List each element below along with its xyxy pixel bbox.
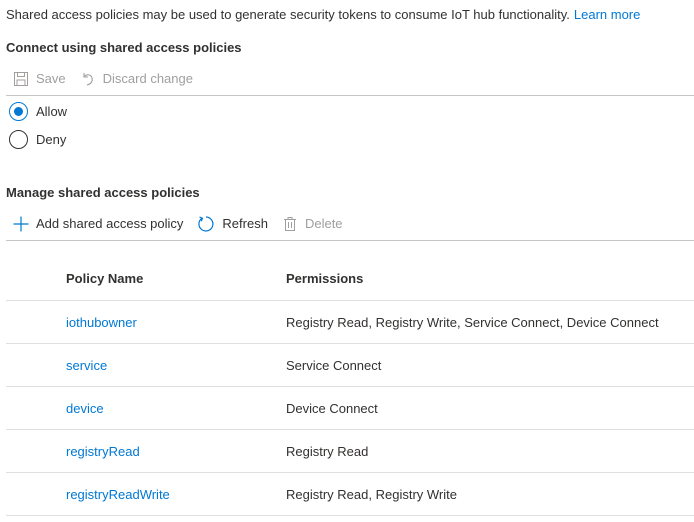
add-policy-label: Add shared access policy	[36, 216, 184, 231]
refresh-label: Refresh	[222, 216, 268, 231]
policy-permissions: Registry Read, Registry Write, Service C…	[286, 314, 659, 330]
discard-change-button[interactable]: Discard change	[73, 62, 200, 95]
policy-name-link[interactable]: device	[66, 401, 286, 416]
learn-more-link[interactable]: Learn more	[574, 7, 640, 22]
add-policy-button[interactable]: Add shared access policy	[6, 207, 190, 240]
refresh-icon	[198, 215, 214, 232]
connect-section-title: Connect using shared access policies	[6, 40, 242, 55]
policy-permissions: Service Connect	[286, 357, 382, 373]
discard-change-label: Discard change	[102, 71, 193, 86]
delete-label: Delete	[304, 216, 343, 231]
policies-table: Policy Name Permissions iothubowner Regi…	[6, 257, 694, 516]
table-row[interactable]: registryReadWrite Registry Read, Registr…	[6, 473, 694, 516]
table-row[interactable]: service Service Connect	[6, 344, 694, 387]
save-button[interactable]: Save	[6, 62, 73, 95]
column-header-permissions: Permissions	[286, 271, 364, 286]
policy-name-link[interactable]: registryReadWrite	[66, 487, 286, 502]
manage-section-title: Manage shared access policies	[6, 185, 200, 200]
deny-radio[interactable]: Deny	[9, 130, 66, 149]
delete-button[interactable]: Delete	[275, 207, 350, 240]
intro-description: Shared access policies may be used to ge…	[6, 7, 570, 22]
radio-selected-indicator	[9, 102, 28, 121]
manage-toolbar: Add shared access policy Refresh Delete	[6, 207, 694, 241]
policy-name-link[interactable]: iothubowner	[66, 315, 286, 330]
undo-icon	[83, 72, 93, 86]
policy-name-link[interactable]: registryRead	[66, 444, 286, 459]
table-row[interactable]: device Device Connect	[6, 387, 694, 430]
deny-radio-label: Deny	[36, 132, 67, 147]
intro-text: Shared access policies may be used to ge…	[6, 7, 640, 22]
refresh-button[interactable]: Refresh	[190, 207, 275, 240]
table-header-row: Policy Name Permissions	[6, 257, 694, 301]
plus-icon	[13, 216, 29, 231]
radio-indicator	[9, 130, 28, 149]
connect-toolbar: Save Discard change	[6, 62, 694, 96]
allow-radio[interactable]: Allow	[9, 102, 67, 121]
policy-permissions: Device Connect	[286, 400, 378, 416]
policy-name-link[interactable]: service	[66, 358, 286, 373]
trash-icon	[283, 216, 296, 231]
save-icon	[14, 71, 28, 86]
table-row[interactable]: iothubowner Registry Read, Registry Writ…	[6, 301, 694, 344]
policy-permissions: Registry Read, Registry Write	[286, 486, 457, 502]
save-label: Save	[36, 71, 66, 86]
policy-permissions: Registry Read	[286, 443, 369, 459]
allow-radio-label: Allow	[36, 104, 68, 119]
column-header-policy-name: Policy Name	[66, 271, 144, 286]
table-row[interactable]: registryRead Registry Read	[6, 430, 694, 473]
